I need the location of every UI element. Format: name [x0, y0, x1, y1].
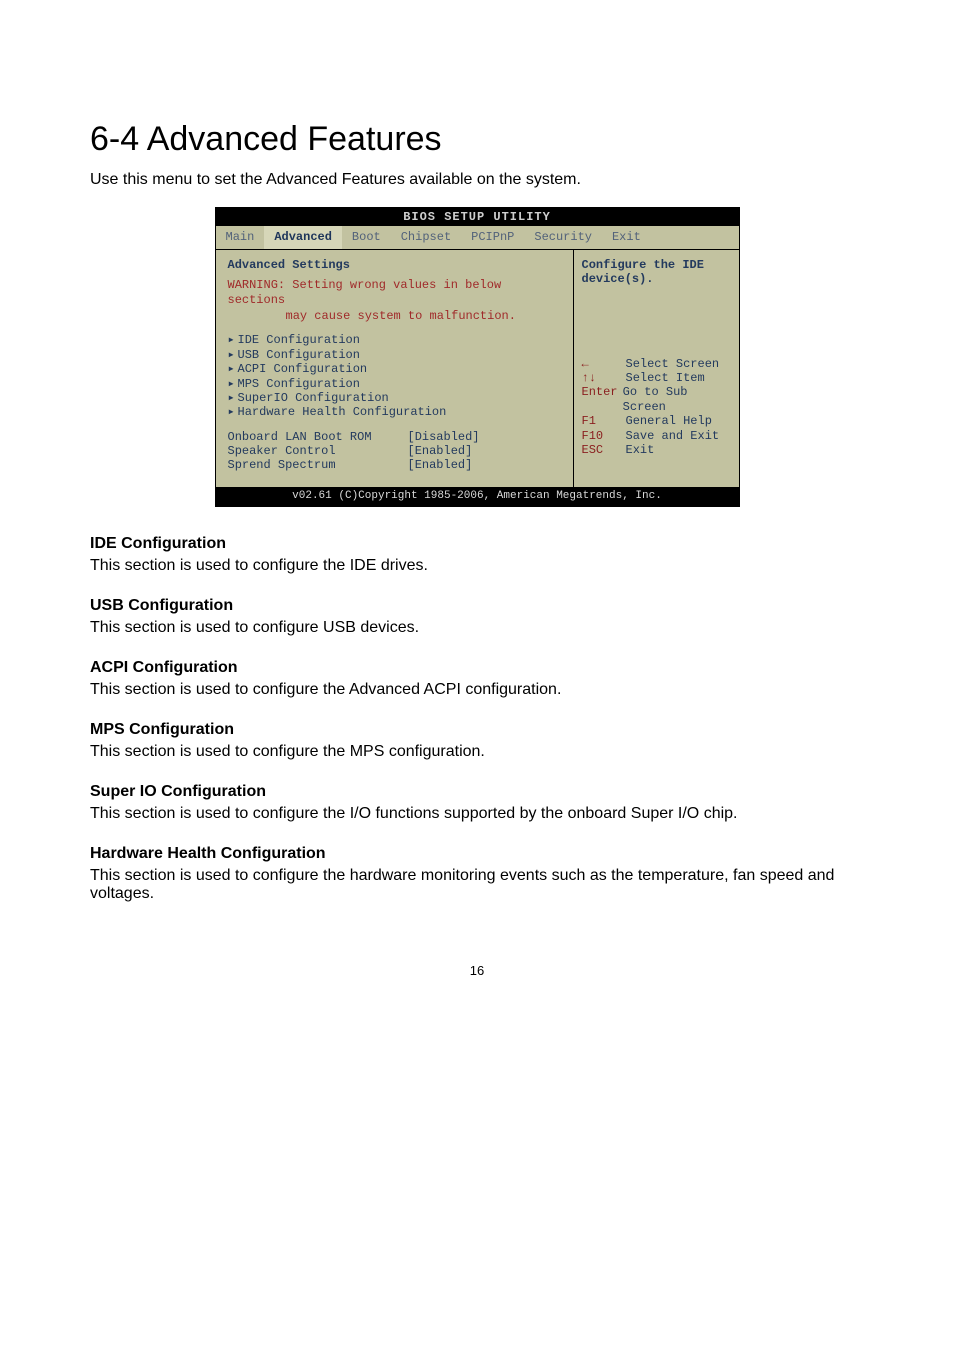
section-text: This section is used to configure the Ad…	[90, 681, 864, 699]
panel-title: Advanced Settings	[228, 258, 561, 272]
chevron-right-icon: ▸	[228, 377, 238, 391]
doc-section: ACPI Configuration This section is used …	[90, 659, 864, 699]
section-text: This section is used to configure the MP…	[90, 743, 864, 761]
help-row: F1General Help	[582, 414, 731, 428]
menu-list: ▸IDE Configuration ▸USB Configuration ▸A…	[228, 333, 561, 419]
tab-exit[interactable]: Exit	[602, 226, 651, 248]
chevron-right-icon: ▸	[228, 333, 238, 347]
menu-item-usb[interactable]: ▸USB Configuration	[228, 348, 561, 362]
section-heading: MPS Configuration	[90, 721, 864, 739]
warning-line-2: may cause system to malfunction.	[286, 309, 561, 323]
help-row: EnterGo to Sub Screen	[582, 385, 731, 414]
doc-section: USB Configuration This section is used t…	[90, 597, 864, 637]
help-action: Select Item	[626, 371, 705, 385]
menu-item-label: USB Configuration	[238, 348, 360, 362]
tab-boot[interactable]: Boot	[342, 226, 391, 248]
menu-item-label: Hardware Health Configuration	[238, 405, 447, 419]
setting-row[interactable]: Onboard LAN Boot ROM [Disabled]	[228, 430, 561, 444]
help-action: Go to Sub Screen	[623, 385, 731, 414]
chevron-right-icon: ▸	[228, 391, 238, 405]
intro-text: Use this menu to set the Advanced Featur…	[90, 171, 864, 189]
page-number: 16	[90, 963, 864, 978]
menu-item-superio[interactable]: ▸SuperIO Configuration	[228, 391, 561, 405]
section-heading: IDE Configuration	[90, 535, 864, 553]
help-action: Select Screen	[626, 357, 720, 371]
bios-left-panel: Advanced Settings WARNING: Setting wrong…	[216, 250, 574, 487]
menu-item-ide[interactable]: ▸IDE Configuration	[228, 333, 561, 347]
bios-footer: v02.61 (C)Copyright 1985-2006, American …	[216, 487, 739, 506]
help-subtitle: device(s).	[582, 272, 731, 286]
doc-section: Hardware Health Configuration This secti…	[90, 845, 864, 903]
bios-screenshot-container: BIOS SETUP UTILITY Main Advanced Boot Ch…	[90, 207, 864, 507]
menu-item-label: MPS Configuration	[238, 377, 360, 391]
section-text: This section is used to configure the I/…	[90, 805, 864, 823]
help-key: F10	[582, 429, 626, 443]
setting-row[interactable]: Speaker Control [Enabled]	[228, 444, 561, 458]
section-heading: Hardware Health Configuration	[90, 845, 864, 863]
help-row: ESCExit	[582, 443, 731, 457]
tab-main[interactable]: Main	[216, 226, 265, 248]
help-key: ↑↓	[582, 371, 626, 385]
setting-label: Speaker Control	[228, 444, 408, 458]
setting-value: [Enabled]	[408, 444, 473, 458]
setting-label: Sprend Spectrum	[228, 458, 408, 472]
doc-section: MPS Configuration This section is used t…	[90, 721, 864, 761]
bios-title: BIOS SETUP UTILITY	[216, 208, 739, 226]
setting-value: [Disabled]	[408, 430, 480, 444]
section-text: This section is used to configure the ID…	[90, 557, 864, 575]
tab-chipset[interactable]: Chipset	[391, 226, 461, 248]
help-key: ←	[582, 357, 626, 371]
chevron-right-icon: ▸	[228, 405, 238, 419]
chevron-right-icon: ▸	[228, 362, 238, 376]
bios-tab-bar: Main Advanced Boot Chipset PCIPnP Securi…	[216, 226, 739, 249]
menu-item-mps[interactable]: ▸MPS Configuration	[228, 377, 561, 391]
doc-section: IDE Configuration This section is used t…	[90, 535, 864, 575]
tab-advanced[interactable]: Advanced	[264, 226, 342, 248]
chevron-right-icon: ▸	[228, 348, 238, 362]
help-key: F1	[582, 414, 626, 428]
section-heading: Super IO Configuration	[90, 783, 864, 801]
setting-label: Onboard LAN Boot ROM	[228, 430, 408, 444]
menu-item-acpi[interactable]: ▸ACPI Configuration	[228, 362, 561, 376]
page-heading: 6-4 Advanced Features	[90, 120, 864, 159]
section-heading: USB Configuration	[90, 597, 864, 615]
setting-row[interactable]: Sprend Spectrum [Enabled]	[228, 458, 561, 472]
help-action: Save and Exit	[626, 429, 720, 443]
section-heading: ACPI Configuration	[90, 659, 864, 677]
warning-line-1: WARNING: Setting wrong values in below s…	[228, 278, 561, 307]
bios-help-panel: Configure the IDE device(s). ←Select Scr…	[574, 250, 739, 487]
section-text: This section is used to configure USB de…	[90, 619, 864, 637]
tab-security[interactable]: Security	[524, 226, 602, 248]
help-action: Exit	[626, 443, 655, 457]
doc-section: Super IO Configuration This section is u…	[90, 783, 864, 823]
section-text: This section is used to configure the ha…	[90, 867, 864, 903]
help-row: ↑↓Select Item	[582, 371, 731, 385]
help-row: ←Select Screen	[582, 357, 731, 371]
setting-value: [Enabled]	[408, 458, 473, 472]
help-key: Enter	[582, 385, 623, 414]
help-action: General Help	[626, 414, 712, 428]
menu-item-label: ACPI Configuration	[238, 362, 368, 376]
bios-screen: BIOS SETUP UTILITY Main Advanced Boot Ch…	[215, 207, 740, 507]
menu-item-hardware-health[interactable]: ▸Hardware Health Configuration	[228, 405, 561, 419]
tab-pcipnp[interactable]: PCIPnP	[461, 226, 524, 248]
help-title: Configure the IDE	[582, 258, 731, 272]
menu-item-label: SuperIO Configuration	[238, 391, 389, 405]
menu-item-label: IDE Configuration	[238, 333, 360, 347]
help-keys-list: ←Select Screen ↑↓Select Item EnterGo to …	[582, 357, 731, 458]
help-row: F10Save and Exit	[582, 429, 731, 443]
help-key: ESC	[582, 443, 626, 457]
